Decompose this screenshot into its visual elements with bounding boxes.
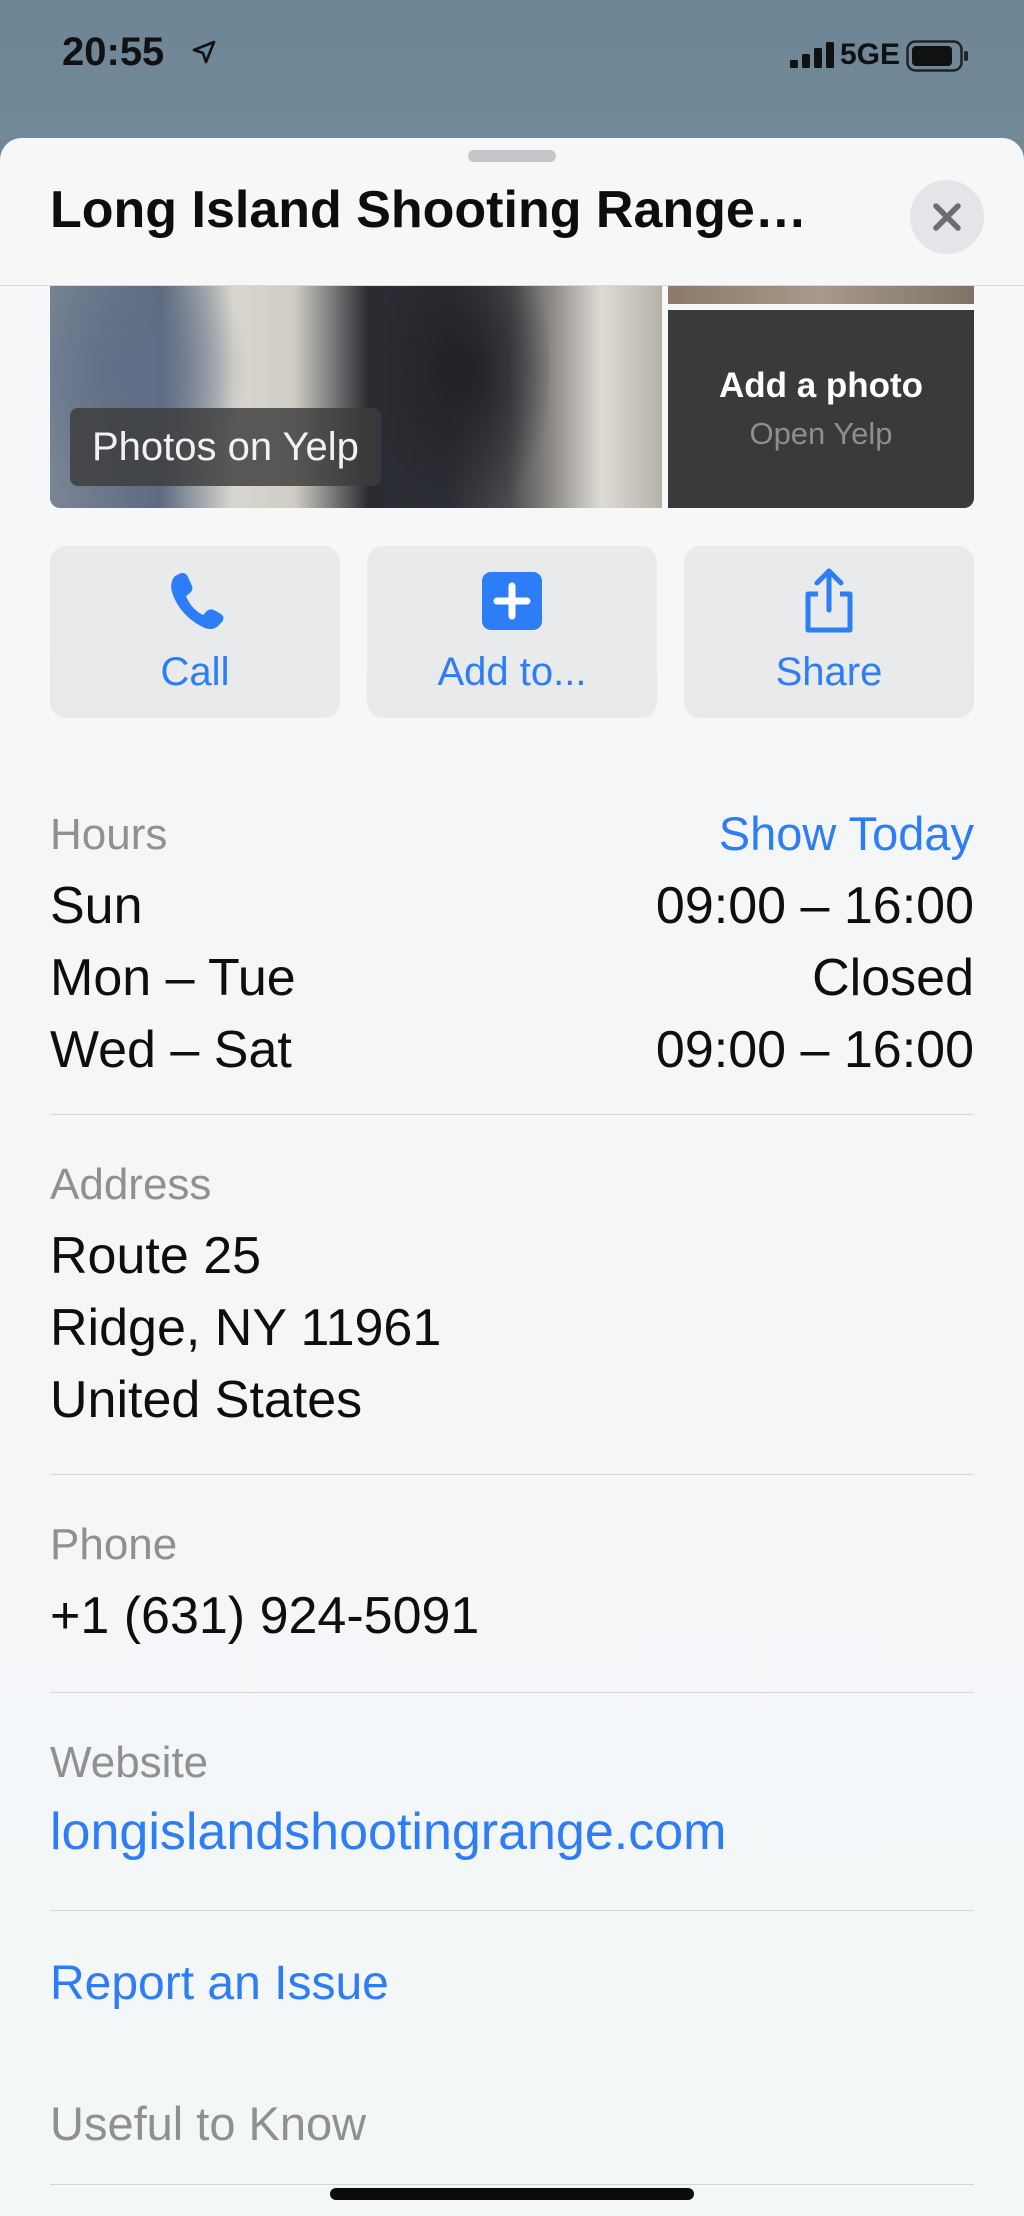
photo-shade	[380, 278, 550, 508]
yelp-photo[interactable]: Photos on Yelp	[50, 278, 662, 508]
hours-time: 09:00 – 16:00	[655, 1021, 974, 1079]
show-today-link[interactable]: Show Today	[574, 806, 974, 861]
share-icon	[805, 568, 853, 633]
share-label: Share	[775, 650, 883, 694]
divider	[50, 1114, 974, 1115]
useful-to-know-heading: Useful to Know	[50, 2097, 367, 2150]
open-yelp-label: Open Yelp	[749, 416, 893, 451]
close-button[interactable]	[910, 180, 984, 254]
sheet-header: Long Island Shooting Range…	[0, 138, 1024, 286]
home-indicator[interactable]	[330, 2188, 694, 2200]
hours-days: Mon – Tue	[50, 949, 296, 1007]
network-label: 5GE	[840, 38, 901, 71]
place-title: Long Island Shooting Range…	[50, 181, 807, 239]
divider	[50, 1910, 974, 1911]
close-icon	[933, 203, 961, 231]
action-buttons: Call Add to... Share	[50, 546, 974, 718]
hours-time: Closed	[812, 949, 974, 1007]
hours-label: Hours	[50, 810, 168, 859]
address-line[interactable]: United States	[50, 1370, 362, 1430]
website-link[interactable]: longislandshootingrange.com	[50, 1802, 726, 1862]
divider	[50, 1692, 974, 1693]
hours-time: 09:00 – 16:00	[655, 877, 974, 935]
address-line[interactable]: Ridge, NY 11961	[50, 1298, 441, 1358]
add-photo-title: Add a photo	[718, 366, 924, 405]
call-label: Call	[160, 650, 230, 694]
phone-number[interactable]: +1 (631) 924-5091	[50, 1586, 479, 1646]
add-photo-button[interactable]: Add a photo Open Yelp	[668, 310, 974, 508]
report-issue-link[interactable]: Report an Issue	[50, 1956, 389, 2011]
sheet-grabber[interactable]	[468, 150, 556, 162]
address-label: Address	[50, 1160, 212, 1209]
divider	[50, 1474, 974, 1475]
photos-on-yelp-label: Photos on Yelp	[70, 408, 381, 486]
plus-square-icon	[482, 572, 542, 630]
place-card-sheet: Long Island Shooting Range… Photos on Ye…	[0, 138, 1024, 2216]
address-line[interactable]: Route 25	[50, 1226, 261, 1286]
divider	[50, 2184, 974, 2185]
add-to-button[interactable]: Add to...	[367, 546, 657, 718]
status-bar: 20:55 5GE	[0, 0, 1024, 140]
website-label: Website	[50, 1738, 209, 1787]
status-time: 20:55	[62, 30, 165, 74]
signal-icon	[790, 42, 834, 68]
share-button[interactable]: Share	[684, 546, 974, 718]
call-button[interactable]: Call	[50, 546, 340, 718]
phone-label: Phone	[50, 1520, 178, 1569]
phone-icon	[171, 573, 224, 630]
add-to-label: Add to...	[437, 650, 587, 694]
location-arrow-icon	[192, 40, 216, 64]
hours-days: Wed – Sat	[50, 1021, 292, 1079]
battery-icon	[906, 40, 968, 72]
hours-days: Sun	[50, 877, 143, 935]
